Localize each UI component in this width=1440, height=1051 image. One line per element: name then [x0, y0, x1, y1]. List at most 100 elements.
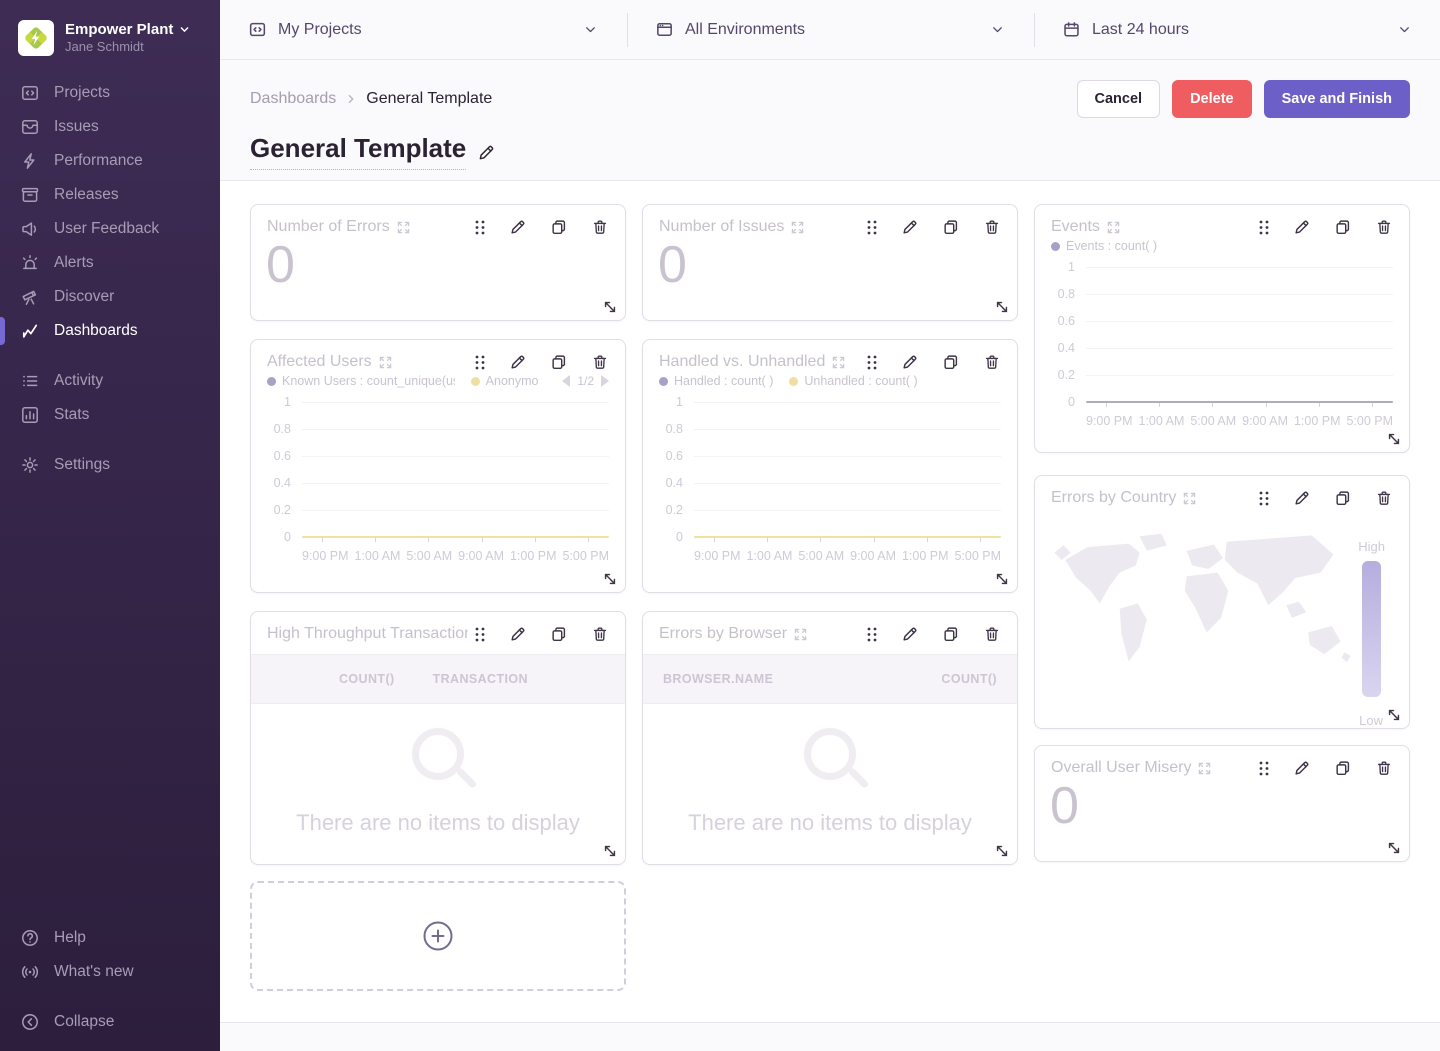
- duplicate-widget-icon[interactable]: [550, 625, 568, 643]
- pager-label: 1/2: [577, 374, 594, 388]
- resize-handle-icon[interactable]: [1386, 707, 1402, 723]
- cancel-button[interactable]: Cancel: [1077, 80, 1161, 118]
- edit-widget-icon[interactable]: [509, 218, 527, 236]
- delete-widget-icon[interactable]: [983, 625, 1001, 643]
- delete-widget-icon[interactable]: [1375, 218, 1393, 236]
- save-and-finish-button[interactable]: Save and Finish: [1264, 80, 1410, 118]
- widget-title: Number of Issues: [659, 218, 804, 236]
- sidebar-item-discover[interactable]: Discover: [0, 280, 220, 314]
- sidebar-item-releases[interactable]: Releases: [0, 178, 220, 212]
- delete-widget-icon[interactable]: [591, 353, 609, 371]
- edit-widget-icon[interactable]: [1293, 218, 1311, 236]
- expand-icon[interactable]: [1183, 492, 1196, 505]
- duplicate-widget-icon[interactable]: [550, 353, 568, 371]
- widget-number-of-issues: Number of Issues 0: [642, 204, 1018, 321]
- sidebar-item-stats[interactable]: Stats: [0, 398, 220, 432]
- duplicate-widget-icon[interactable]: [1334, 489, 1352, 507]
- legend-item[interactable]: Anonymou: [471, 374, 539, 388]
- big-number-value: 0: [643, 236, 1017, 293]
- drag-handle-icon[interactable]: [866, 219, 878, 236]
- resize-handle-icon[interactable]: [602, 571, 618, 587]
- column-header[interactable]: BROWSER.NAME: [663, 672, 773, 686]
- duplicate-widget-icon[interactable]: [550, 218, 568, 236]
- line-chart: 1 0.8 0.6 0.4 0.2 0 9:00 PM1:00 AM5:00 A…: [643, 388, 1017, 563]
- breadcrumb: Dashboards General Template: [250, 90, 492, 108]
- drag-handle-icon[interactable]: [474, 219, 486, 236]
- resize-handle-icon[interactable]: [994, 571, 1010, 587]
- project-filter-dropdown[interactable]: My Projects: [220, 0, 626, 59]
- expand-icon[interactable]: [397, 221, 410, 234]
- column-header[interactable]: TRANSACTION: [433, 672, 528, 686]
- edit-widget-icon[interactable]: [1293, 489, 1311, 507]
- delete-widget-icon[interactable]: [983, 218, 1001, 236]
- drag-handle-icon[interactable]: [1258, 490, 1270, 507]
- drag-handle-icon[interactable]: [866, 354, 878, 371]
- page-title[interactable]: General Template: [250, 133, 466, 170]
- column-header[interactable]: COUNT(): [271, 672, 395, 686]
- delete-widget-icon[interactable]: [983, 353, 1001, 371]
- pager-next-icon[interactable]: [601, 375, 609, 387]
- column-header[interactable]: COUNT(): [941, 672, 997, 686]
- drag-handle-icon[interactable]: [474, 354, 486, 371]
- legend-item[interactable]: Known Users : count_unique(user): [267, 374, 455, 388]
- delete-widget-icon[interactable]: [1375, 759, 1393, 777]
- sidebar-item-issues[interactable]: Issues: [0, 110, 220, 144]
- sidebar-item-alerts[interactable]: Alerts: [0, 246, 220, 280]
- expand-icon[interactable]: [791, 221, 804, 234]
- resize-handle-icon[interactable]: [1386, 840, 1402, 856]
- chevron-down-icon: [179, 24, 190, 35]
- resize-handle-icon[interactable]: [1386, 431, 1402, 447]
- delete-widget-icon[interactable]: [591, 625, 609, 643]
- expand-icon[interactable]: [832, 356, 845, 369]
- environment-filter-dropdown[interactable]: All Environments: [626, 0, 1033, 59]
- sidebar-item-projects[interactable]: Projects: [0, 76, 220, 110]
- date-range-dropdown[interactable]: Last 24 hours: [1033, 0, 1440, 59]
- sidebar-item-activity[interactable]: Activity: [0, 364, 220, 398]
- resize-handle-icon[interactable]: [602, 843, 618, 859]
- delete-button[interactable]: Delete: [1172, 80, 1252, 118]
- resize-handle-icon[interactable]: [994, 299, 1010, 315]
- widget-errors-by-country: Errors by Country: [1034, 475, 1410, 729]
- resize-handle-icon[interactable]: [994, 843, 1010, 859]
- duplicate-widget-icon[interactable]: [942, 353, 960, 371]
- drag-handle-icon[interactable]: [1258, 760, 1270, 777]
- widget-high-throughput-transactions: High Throughput Transactions COUNT() TRA…: [250, 611, 626, 865]
- pager-prev-icon[interactable]: [562, 375, 570, 387]
- sidebar-item-whats-new[interactable]: What's new: [0, 955, 220, 989]
- duplicate-widget-icon[interactable]: [942, 625, 960, 643]
- expand-icon[interactable]: [794, 628, 807, 641]
- sidebar-item-dashboards[interactable]: Dashboards: [0, 314, 220, 348]
- org-switcher[interactable]: Empower Plant Jane Schmidt: [0, 0, 220, 76]
- breadcrumb-dashboards-link[interactable]: Dashboards: [250, 90, 336, 108]
- sidebar-item-performance[interactable]: Performance: [0, 144, 220, 178]
- duplicate-widget-icon[interactable]: [1334, 759, 1352, 777]
- legend-item[interactable]: Handled : count( ): [659, 374, 773, 388]
- edit-widget-icon[interactable]: [901, 353, 919, 371]
- edit-widget-icon[interactable]: [901, 625, 919, 643]
- legend-item[interactable]: Events : count( ): [1051, 239, 1157, 253]
- legend-item[interactable]: Unhandled : count( ): [789, 374, 917, 388]
- sidebar-collapse-button[interactable]: Collapse: [0, 1005, 220, 1039]
- add-widget-button[interactable]: [250, 881, 626, 991]
- drag-handle-icon[interactable]: [866, 626, 878, 643]
- edit-widget-icon[interactable]: [509, 353, 527, 371]
- drag-handle-icon[interactable]: [1258, 219, 1270, 236]
- edit-widget-icon[interactable]: [1293, 759, 1311, 777]
- delete-widget-icon[interactable]: [591, 218, 609, 236]
- sidebar-item-label: Dashboards: [54, 322, 138, 340]
- sidebar-item-user-feedback[interactable]: User Feedback: [0, 212, 220, 246]
- drag-handle-icon[interactable]: [474, 626, 486, 643]
- expand-icon[interactable]: [1198, 762, 1211, 775]
- edit-widget-icon[interactable]: [509, 625, 527, 643]
- edit-title-pencil-icon[interactable]: [477, 143, 496, 162]
- expand-icon[interactable]: [379, 356, 392, 369]
- sidebar-item-settings[interactable]: Settings: [0, 448, 220, 482]
- duplicate-widget-icon[interactable]: [942, 218, 960, 236]
- duplicate-widget-icon[interactable]: [1334, 218, 1352, 236]
- delete-widget-icon[interactable]: [1375, 489, 1393, 507]
- resize-handle-icon[interactable]: [602, 299, 618, 315]
- expand-icon[interactable]: [1107, 221, 1120, 234]
- widget-title: Events: [1051, 218, 1120, 236]
- sidebar-item-help[interactable]: Help: [0, 921, 220, 955]
- edit-widget-icon[interactable]: [901, 218, 919, 236]
